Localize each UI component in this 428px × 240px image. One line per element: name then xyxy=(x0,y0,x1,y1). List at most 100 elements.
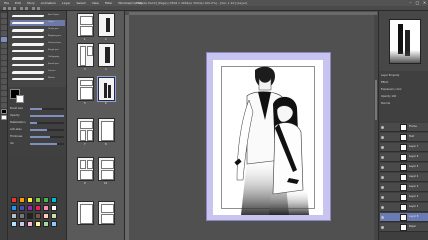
page-thumbnail[interactable] xyxy=(77,201,94,225)
brush-item[interactable]: Textured pen xyxy=(10,41,65,47)
color-swatch[interactable] xyxy=(27,213,33,219)
property-row[interactable]: Anti-alias xyxy=(10,128,65,132)
main-color-chip[interactable] xyxy=(1,109,7,114)
page-thumbnail[interactable] xyxy=(98,201,115,225)
color-swatch[interactable] xyxy=(19,205,25,211)
menu-layer[interactable]: Layer xyxy=(62,1,70,5)
page-thumbnail[interactable] xyxy=(77,157,94,181)
property-slider[interactable] xyxy=(30,129,64,131)
manga-page[interactable] xyxy=(213,60,323,215)
eye-icon[interactable] xyxy=(381,206,384,209)
eyedropper-tool-icon[interactable] xyxy=(1,31,7,36)
balloon-tool-icon[interactable] xyxy=(1,103,7,108)
eye-icon[interactable] xyxy=(381,186,384,189)
airbrush-tool-icon[interactable] xyxy=(1,55,7,60)
eye-icon[interactable] xyxy=(381,216,384,219)
eye-icon[interactable] xyxy=(381,126,384,129)
eye-icon[interactable] xyxy=(381,156,384,159)
menu-window[interactable]: Window xyxy=(118,1,130,5)
property-row[interactable]: Opacity xyxy=(10,114,65,118)
menu-select[interactable]: Select xyxy=(76,1,85,5)
layer-row-selected[interactable]: Layer 8 xyxy=(380,213,428,222)
color-swatch[interactable] xyxy=(27,221,33,227)
brush-item[interactable]: Ink pen xyxy=(10,69,65,75)
color-swatch[interactable] xyxy=(51,221,57,227)
property-slider[interactable] xyxy=(30,143,64,145)
color-swatch[interactable] xyxy=(43,213,49,219)
menu-animation[interactable]: Animation xyxy=(41,1,56,5)
layer-row[interactable]: Paper xyxy=(380,223,428,232)
sub-color-chip[interactable] xyxy=(1,115,7,120)
page-thumbnail-selected[interactable] xyxy=(97,76,116,102)
blend-mode-row[interactable]: Normal xyxy=(381,102,427,106)
text-tool-icon[interactable] xyxy=(1,97,7,102)
brush-tool-icon[interactable] xyxy=(1,49,7,54)
layer-row[interactable]: Layer 1 xyxy=(380,203,428,212)
fill-tool-icon[interactable] xyxy=(1,67,7,72)
figure-tool-icon[interactable] xyxy=(1,79,7,84)
color-swatch[interactable] xyxy=(27,197,33,203)
layer-row[interactable]: Text xyxy=(380,133,428,142)
color-swatch[interactable] xyxy=(27,205,33,211)
property-slider[interactable] xyxy=(30,122,64,124)
color-swatch[interactable] xyxy=(43,205,49,211)
canvas-scrollbar-thumb[interactable] xyxy=(375,80,377,120)
selection-tool-icon[interactable] xyxy=(1,25,7,30)
menu-filter[interactable]: Filter xyxy=(105,1,112,5)
property-row[interactable]: Thickness xyxy=(10,135,65,139)
property-row[interactable]: Brush size xyxy=(10,107,65,111)
gradient-tool-icon[interactable] xyxy=(1,73,7,78)
color-swatch[interactable] xyxy=(11,213,17,219)
navigator-preview[interactable] xyxy=(389,19,421,64)
transform-icon[interactable] xyxy=(37,7,40,10)
eye-icon[interactable] xyxy=(381,196,384,199)
property-slider[interactable] xyxy=(30,136,64,138)
layer-row[interactable]: Layer 7 xyxy=(380,143,428,152)
layer-row[interactable]: Layer 4 xyxy=(380,173,428,182)
page-thumbnail[interactable] xyxy=(77,77,94,101)
horizontal-ruler[interactable] xyxy=(129,12,377,15)
menu-view[interactable]: View xyxy=(92,1,99,5)
save-icon[interactable] xyxy=(13,7,16,10)
layer-row[interactable]: Frame xyxy=(380,123,428,132)
property-row[interactable]: Stabilization xyxy=(10,121,65,125)
eye-icon[interactable] xyxy=(381,136,384,139)
open-file-icon[interactable] xyxy=(8,7,11,10)
layer-row[interactable]: Layer 6 xyxy=(380,153,428,162)
opacity-row[interactable]: Opacity 100 xyxy=(381,95,427,99)
ruler-tool-icon[interactable] xyxy=(1,91,7,96)
color-swatch[interactable] xyxy=(51,197,57,203)
brush-item[interactable]: Marker xyxy=(10,76,65,82)
color-swatch[interactable] xyxy=(43,221,49,227)
frame-tool-icon[interactable] xyxy=(1,85,7,90)
pen-tool-icon[interactable] xyxy=(1,37,7,42)
color-swatch[interactable] xyxy=(35,221,41,227)
eye-icon[interactable] xyxy=(381,226,384,229)
brush-item[interactable]: Turnip pen xyxy=(10,27,65,33)
eye-icon[interactable] xyxy=(381,176,384,179)
page-thumbnail[interactable] xyxy=(98,43,115,67)
page-thumbnail[interactable] xyxy=(98,118,115,142)
color-swatch[interactable] xyxy=(35,197,41,203)
page-thumbnail[interactable] xyxy=(77,118,94,142)
redo-icon[interactable] xyxy=(25,7,28,10)
brush-item-selected[interactable]: G-pen xyxy=(10,20,65,26)
undo-icon[interactable] xyxy=(20,7,23,10)
property-slider[interactable] xyxy=(30,108,64,110)
brush-item[interactable]: Rough pen xyxy=(10,48,65,54)
brush-item[interactable]: Mapping pen xyxy=(10,34,65,40)
color-swatch[interactable] xyxy=(19,221,25,227)
sub-color-swatch[interactable] xyxy=(16,95,24,103)
eye-icon[interactable] xyxy=(381,146,384,149)
menu-story[interactable]: Story xyxy=(27,1,35,5)
vertical-ruler[interactable] xyxy=(125,15,129,240)
layer-row[interactable]: Layer 3 xyxy=(380,183,428,192)
page-thumbnail[interactable] xyxy=(98,157,115,181)
color-swatch[interactable] xyxy=(43,197,49,203)
color-swatch[interactable] xyxy=(51,213,57,219)
clear-icon[interactable] xyxy=(32,7,35,10)
eraser-tool-icon[interactable] xyxy=(1,61,7,66)
move-tool-icon[interactable] xyxy=(1,19,7,24)
color-swatch[interactable] xyxy=(19,213,25,219)
menu-edit[interactable]: Edit xyxy=(15,1,21,5)
